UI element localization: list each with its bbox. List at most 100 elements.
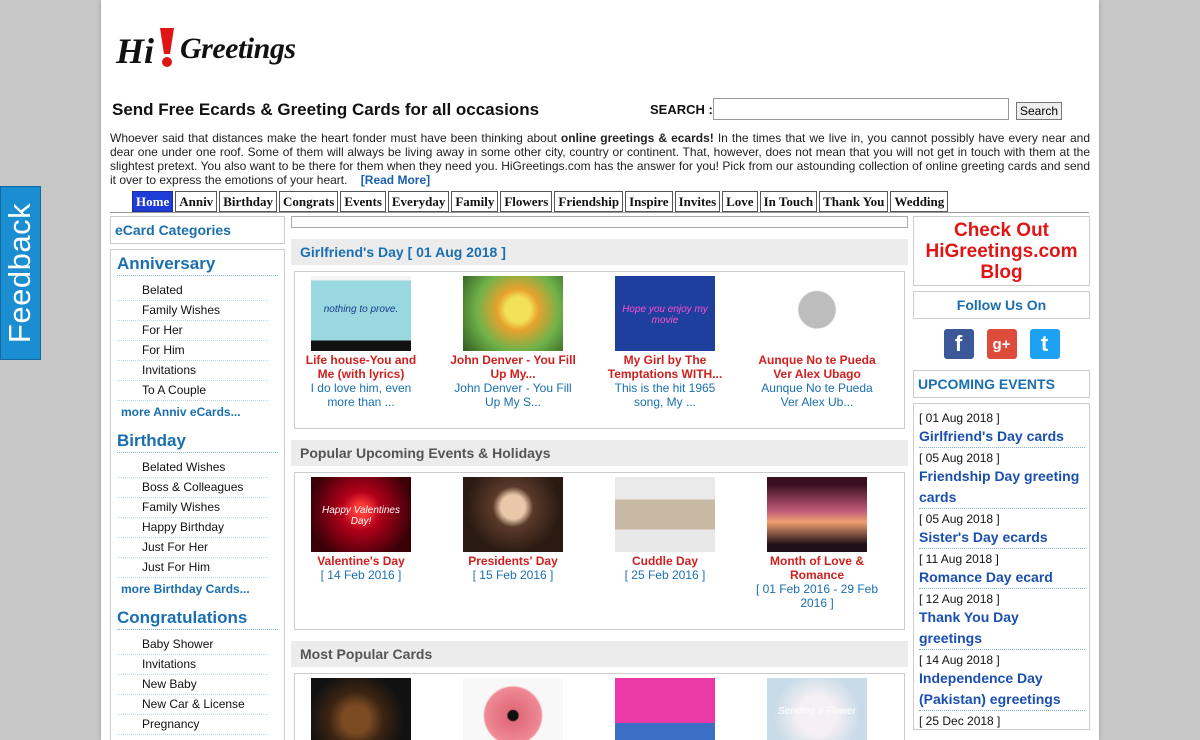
search-button[interactable]: Search <box>1016 102 1063 120</box>
event-date: [ 11 Aug 2018 ] <box>919 552 999 566</box>
thumbnail-caption: Hope you enjoy my movie <box>622 304 708 326</box>
tab-thank-you[interactable]: Thank You <box>819 191 889 212</box>
card-title[interactable]: My Girl by The Temptations WITH... <box>601 353 729 381</box>
google-plus-icon[interactable]: g+ <box>986 329 1017 359</box>
ecard[interactable]: Month of Love & Romance[ 01 Feb 2016 - 2… <box>753 477 881 610</box>
card-title[interactable]: Life house-You and Me (with lyrics) <box>297 353 425 381</box>
card-description: John Denver - You Fill Up My S... <box>454 381 572 409</box>
thumbnail-caption: Sending a Flower <box>778 706 856 717</box>
category-item[interactable]: New Baby <box>117 675 268 695</box>
category-title[interactable]: Congratulations <box>117 608 278 630</box>
category-item[interactable]: Pregnancy <box>117 715 268 735</box>
ecard[interactable]: Aunque No te Pueda Ver Alex Ubago Aunque … <box>753 276 881 409</box>
search-input[interactable] <box>713 98 1009 120</box>
category-item[interactable]: Invitations <box>117 655 268 675</box>
tab-inspire[interactable]: Inspire <box>625 191 673 212</box>
intro-paragraph: Whoever said that distances make the hea… <box>110 131 1090 187</box>
twitter-icon[interactable]: t <box>1029 329 1060 359</box>
event-date: [ 25 Dec 2018 ] <box>919 714 1001 728</box>
tab-events[interactable]: Events <box>340 191 386 212</box>
category-item[interactable]: Just For Her <box>117 538 268 558</box>
read-more-link[interactable]: [Read More] <box>361 173 430 187</box>
category-item[interactable]: Baby Shower <box>117 635 268 655</box>
logo-greetings-text: Greetings <box>180 32 296 65</box>
category-item[interactable]: To A Couple <box>117 381 268 401</box>
facebook-icon[interactable]: f <box>943 329 974 359</box>
category-item[interactable]: Just For Him <box>117 558 268 578</box>
card-description: [ 15 Feb 2016 ] <box>472 568 554 582</box>
card-thumbnail[interactable] <box>615 678 715 740</box>
category-item[interactable]: New Car & License <box>117 695 268 715</box>
right-sidebar: Check Out HiGreetings.com Blog Follow Us O… <box>913 216 1090 730</box>
tab-family[interactable]: Family <box>451 191 499 212</box>
category-more-link[interactable]: more Birthday Cards... <box>117 580 278 598</box>
card-thumbnail[interactable] <box>463 678 563 740</box>
card-thumbnail[interactable] <box>615 477 715 552</box>
card-thumbnail[interactable] <box>767 477 867 552</box>
ecard[interactable] <box>297 678 425 740</box>
category-title[interactable]: Birthday <box>117 431 278 453</box>
category-item[interactable]: Invitations <box>117 361 268 381</box>
tab-anniv[interactable]: Anniv <box>175 191 218 212</box>
card-title[interactable]: Month of Love & Romance <box>753 554 881 582</box>
category-item[interactable]: Happy Birthday <box>117 518 268 538</box>
category-item[interactable]: For Her <box>117 321 268 341</box>
ecard[interactable]: Cuddle Day[ 25 Feb 2016 ] <box>601 477 729 582</box>
card-thumbnail[interactable] <box>463 477 563 552</box>
logo-hi-text: Hi <box>116 31 155 71</box>
event-link[interactable]: Romance Day ecard <box>919 567 1085 589</box>
category-item[interactable]: Belated Wishes <box>117 458 268 478</box>
card-thumbnail[interactable]: nothing to prove. <box>311 276 411 351</box>
ecard[interactable]: John Denver - You Fill Up My... John Denv… <box>449 276 577 409</box>
card-thumbnail[interactable] <box>311 678 411 740</box>
event-link[interactable]: Friendship Day greeting cards <box>919 466 1085 509</box>
card-title[interactable]: Presidents' Day <box>449 554 577 568</box>
card-thumbnail[interactable] <box>463 276 563 351</box>
category-item[interactable]: Boss & Colleagues <box>117 478 268 498</box>
event-date: [ 01 Aug 2018 ] <box>919 411 1000 425</box>
ecard[interactable]: Sending a Flower <box>753 678 881 740</box>
blog-banner-line: HiGreetings.com <box>925 241 1078 262</box>
ecard[interactable]: Happy Valentines Day! Valentine's Day[ 14… <box>297 477 425 582</box>
category-item[interactable]: Family Wishes <box>117 498 268 518</box>
tab-in-touch[interactable]: In Touch <box>759 191 818 212</box>
tab-congrats[interactable]: Congrats <box>279 191 339 212</box>
ecard[interactable] <box>601 678 729 740</box>
card-thumbnail[interactable]: Sending a Flower <box>767 678 867 740</box>
feedback-tab[interactable]: Feedback <box>0 186 41 360</box>
category-title[interactable]: Anniversary <box>117 254 278 276</box>
card-title[interactable]: Valentine's Day <box>297 554 425 568</box>
card-thumbnail[interactable]: Happy Valentines Day! <box>311 477 411 552</box>
ecard[interactable]: Hope you enjoy my movie My Girl by The Te… <box>601 276 729 409</box>
card-thumbnail[interactable] <box>767 276 867 351</box>
social-links: f g+ t <box>913 319 1090 365</box>
blog-banner[interactable]: Check Out HiGreetings.com Blog <box>913 216 1090 286</box>
category-more-link[interactable]: more Anniv eCards... <box>117 403 278 421</box>
ecard[interactable]: nothing to prove. Life house-You and Me (… <box>297 276 425 409</box>
category-item[interactable]: For Him <box>117 341 268 361</box>
tab-flowers[interactable]: Flowers <box>500 191 553 212</box>
tab-everyday[interactable]: Everyday <box>387 191 450 212</box>
site-logo[interactable]: Hi Greetings <box>116 22 296 78</box>
card-title[interactable]: John Denver - You Fill Up My... <box>449 353 577 381</box>
thumbnail-caption: Happy Valentines Day! <box>321 505 400 527</box>
tab-love[interactable]: Love <box>722 191 758 212</box>
tab-birthday[interactable]: Birthday <box>219 191 278 212</box>
event-link[interactable]: Independence Day (Pakistan) egreetings <box>919 668 1085 711</box>
ecard[interactable]: Presidents' Day[ 15 Feb 2016 ] <box>449 477 577 582</box>
category-item[interactable]: Family Wishes <box>117 301 268 321</box>
event-link[interactable]: Thank You Day greetings <box>919 607 1085 650</box>
tab-invites[interactable]: Invites <box>674 191 721 212</box>
tab-wedding[interactable]: Wedding <box>890 191 949 212</box>
card-title[interactable]: Cuddle Day <box>601 554 729 568</box>
left-sidebar: eCard Categories Anniversary Belated Famil… <box>110 216 285 740</box>
tab-home[interactable]: Home <box>132 191 174 212</box>
card-title[interactable]: Aunque No te Pueda Ver Alex Ubago <box>753 353 881 381</box>
event-link[interactable]: Sister's Day ecards <box>919 527 1085 549</box>
card-thumbnail[interactable]: Hope you enjoy my movie <box>615 276 715 351</box>
event-link[interactable]: Girlfriend's Day cards <box>919 426 1085 448</box>
ecard[interactable] <box>449 678 577 740</box>
event-date: [ 05 Aug 2018 ] <box>919 512 1000 526</box>
tab-friendship[interactable]: Friendship <box>554 191 624 212</box>
category-item[interactable]: Belated <box>117 281 268 301</box>
